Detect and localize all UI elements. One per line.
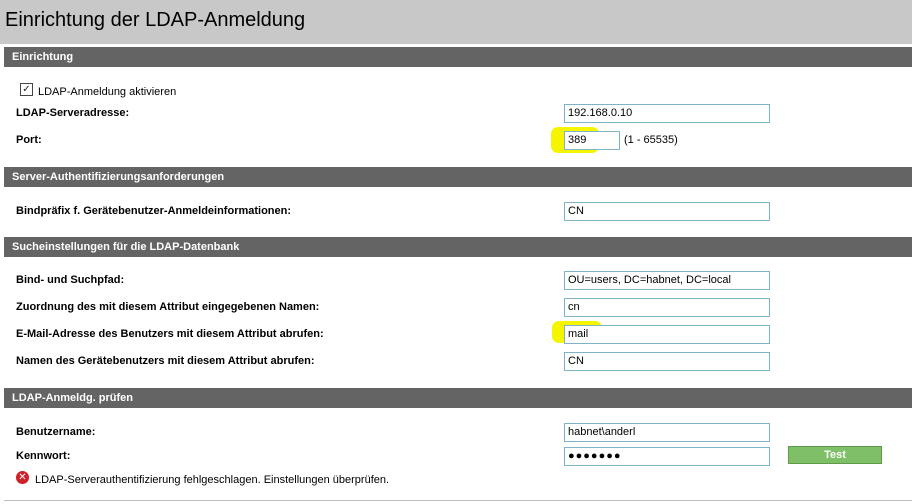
device-user-attribute-input[interactable]: CN: [564, 352, 770, 371]
search-path-input[interactable]: OU=users, DC=habnet, DC=local: [564, 271, 770, 290]
section-header-test: LDAP-Anmeldg. prüfen: [4, 388, 912, 408]
search-path-label: Bind- und Suchpfad:: [16, 274, 125, 286]
page-title: Einrichtung der LDAP-Anmeldung: [5, 9, 306, 31]
username-input[interactable]: habnet\anderl: [564, 423, 770, 442]
server-address-input[interactable]: 192.168.0.10: [564, 104, 770, 123]
section-header-setup: Einrichtung: [4, 47, 912, 67]
port-label: Port:: [16, 134, 42, 146]
password-input[interactable]: ●●●●●●●: [564, 447, 770, 466]
bind-prefix-input[interactable]: CN: [564, 202, 770, 221]
enable-ldap-checkbox[interactable]: ✓: [20, 83, 33, 96]
server-address-label: LDAP-Serveradresse:: [16, 107, 130, 119]
error-x-icon: ✕: [16, 471, 29, 484]
section-header-server-auth: Server-Authentifizierungsanforderungen: [4, 167, 912, 187]
port-range-hint: (1 - 65535): [624, 134, 678, 146]
password-label: Kennwort:: [16, 450, 71, 462]
name-attribute-input[interactable]: cn: [564, 298, 770, 317]
title-bar: Einrichtung der LDAP-Anmeldung: [0, 0, 912, 44]
check-icon: ✓: [22, 84, 31, 95]
port-input[interactable]: 389: [564, 131, 620, 150]
section-header-search: Sucheinstellungen für die LDAP-Datenbank: [4, 237, 912, 257]
bottom-divider: [4, 500, 912, 501]
enable-ldap-label: LDAP-Anmeldung aktivieren: [38, 86, 177, 98]
error-message: LDAP-Serverauthentifizierung fehlgeschla…: [35, 474, 390, 486]
name-attribute-label: Zuordnung des mit diesem Attribut eingeg…: [16, 301, 320, 313]
test-button[interactable]: Test: [788, 446, 882, 464]
device-user-attribute-label: Namen des Gerätebenutzers mit diesem Att…: [16, 355, 315, 367]
email-attribute-label: E-Mail-Adresse des Benutzers mit diesem …: [16, 328, 324, 340]
email-attribute-input[interactable]: mail: [564, 325, 770, 344]
bind-prefix-label: Bindpräfix f. Gerätebenutzer-Anmeldeinfo…: [16, 205, 292, 217]
username-label: Benutzername:: [16, 426, 96, 438]
